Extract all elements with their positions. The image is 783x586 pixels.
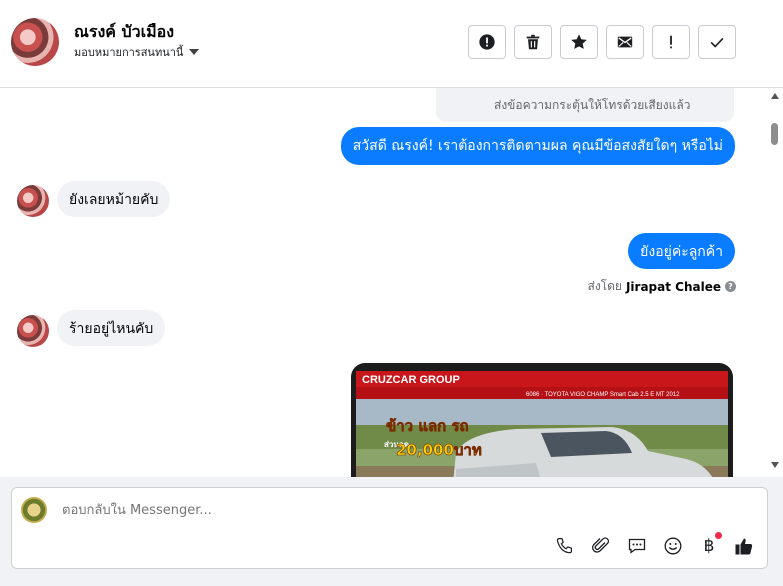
follow-up-button[interactable]	[652, 25, 690, 59]
trash-icon	[526, 34, 540, 50]
page-avatar	[21, 497, 47, 523]
call-button[interactable]	[554, 535, 576, 557]
call-prompt-card: ส่งข้อความกระตุ้นให้โทรด้วยเสียงแล้ว	[436, 88, 734, 122]
thread-scrollbar[interactable]	[768, 88, 783, 477]
mark-done-button[interactable]	[698, 25, 736, 59]
delete-button[interactable]	[514, 25, 552, 59]
sent-by-label: ส่งโดย Jirapat Chalee ?	[587, 277, 736, 296]
contact-avatar-small[interactable]	[17, 185, 49, 217]
star-button[interactable]	[560, 25, 598, 59]
car-model-text: 6086 · TOYOTA VIGO CHAMP Smart Cab 2.5 E…	[526, 392, 680, 398]
baht-icon: ฿	[703, 536, 715, 556]
message-thread[interactable]: ส่งข้อความกระตุ้นให้โทรด้วยเสียงแล้ว สวั…	[0, 88, 783, 477]
assign-label: มอบหมายการสนทนานี้	[74, 46, 184, 59]
saved-replies-button[interactable]	[626, 535, 648, 557]
chat-bubble-icon	[628, 538, 646, 554]
reply-composer: ฿	[11, 487, 768, 569]
conversation-toolbar	[468, 25, 736, 59]
sender-name: Jirapat Chalee	[625, 279, 721, 294]
like-button[interactable]	[733, 535, 755, 557]
scroll-up-arrow-icon[interactable]	[771, 93, 779, 99]
envelope-icon	[617, 36, 633, 48]
phone-icon	[556, 537, 573, 554]
contact-name[interactable]: ณรงค์ บัวเมือง	[74, 20, 174, 45]
system-note: ส่งข้อความกระตุ้นให้โทรด้วยเสียงแล้ว	[494, 98, 691, 112]
image-attachment[interactable]: CRUZCAR GROUP 6086 · TOYOTA VIGO CHAMP S…	[351, 363, 733, 477]
emoji-button[interactable]	[662, 535, 684, 557]
incoming-message[interactable]: ยังเลยหม้ายคับ	[57, 181, 171, 217]
promo-line1: ข้าว แลก รถ	[386, 417, 469, 435]
car-photo: CRUZCAR GROUP 6086 · TOYOTA VIGO CHAMP S…	[356, 371, 728, 477]
star-icon	[571, 34, 587, 49]
attach-button[interactable]	[590, 535, 612, 557]
outgoing-message[interactable]: สวัสดี ณรงค์! เราต้องการติดตามผล คุณมีข้…	[340, 127, 735, 165]
mark-spam-button[interactable]	[468, 25, 506, 59]
assign-conversation-dropdown[interactable]: มอบหมายการสนทนานี้	[74, 43, 200, 61]
scroll-down-arrow-icon[interactable]	[771, 462, 779, 468]
help-icon[interactable]: ?	[725, 281, 736, 292]
contact-avatar-small[interactable]	[17, 315, 49, 347]
like-icon	[735, 538, 753, 555]
incoming-message[interactable]: ร้ายอยู่ไหนคับ	[57, 310, 166, 346]
reply-input[interactable]	[60, 502, 464, 519]
promo-amount: 20,000บาท	[396, 441, 482, 459]
car-promo-image: CRUZCAR GROUP 6086 · TOYOTA VIGO CHAMP S…	[356, 371, 728, 477]
scroll-thumb[interactable]	[771, 123, 778, 145]
emoji-icon	[664, 537, 682, 555]
exclamation-icon	[670, 35, 672, 49]
check-icon	[710, 37, 724, 48]
paperclip-icon	[592, 537, 610, 553]
contact-avatar[interactable]	[11, 18, 59, 66]
alert-circle-icon	[479, 34, 495, 50]
mark-unread-button[interactable]	[606, 25, 644, 59]
notification-dot	[715, 532, 722, 539]
banner-text: CRUZCAR GROUP	[362, 374, 460, 386]
outgoing-message[interactable]: ยังอยู่ค่ะลูกค้า	[628, 233, 735, 269]
conversation-header: ณรงค์ บัวเมือง มอบหมายการสนทนานี้	[0, 0, 783, 88]
chevron-down-icon	[189, 49, 200, 55]
sent-by-prefix: ส่งโดย	[587, 279, 622, 293]
